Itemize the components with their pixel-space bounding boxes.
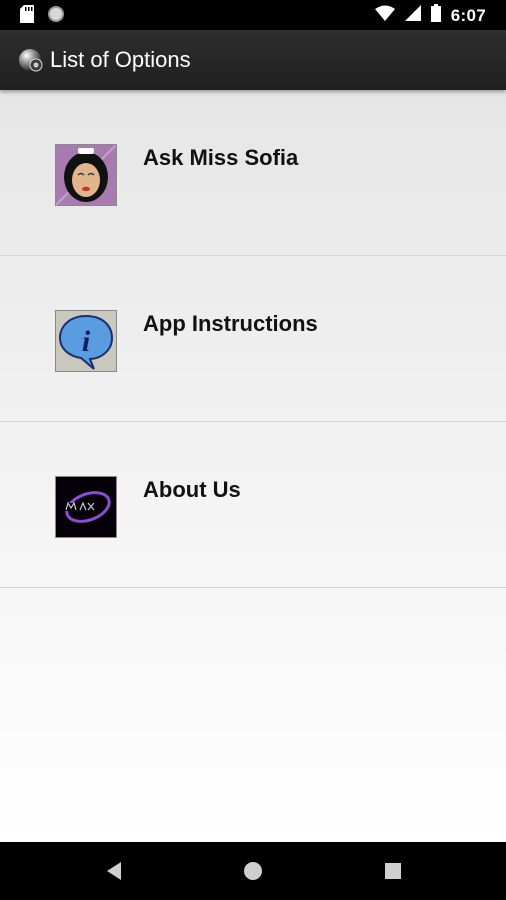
cell-signal-icon — [404, 5, 421, 26]
status-time: 6:07 — [450, 5, 486, 25]
options-list: Ask Miss Sofia i App Instructions About … — [0, 90, 506, 842]
option-label: App Instructions — [143, 311, 318, 336]
svg-text:i: i — [82, 325, 91, 358]
maxsoft-logo — [55, 476, 117, 538]
miss-sofia-avatar — [55, 144, 117, 206]
recents-button[interactable] — [381, 859, 405, 883]
app-bar: List of Options — [0, 30, 506, 90]
list-item-about-us[interactable]: About Us — [0, 422, 506, 588]
app-logo-icon[interactable] — [18, 48, 44, 74]
battery-icon — [430, 4, 441, 27]
wifi-icon — [374, 5, 395, 26]
option-label: Ask Miss Sofia — [143, 145, 299, 170]
option-label: About Us — [143, 477, 241, 502]
sd-card-icon — [20, 5, 34, 23]
circle-notification-icon — [48, 6, 64, 22]
back-button[interactable] — [103, 859, 127, 883]
info-bubble-icon: i — [55, 310, 117, 372]
list-item-app-instructions[interactable]: i App Instructions — [0, 256, 506, 422]
page-title: List of Options — [50, 47, 191, 72]
home-button[interactable] — [241, 859, 265, 883]
navigation-bar — [0, 842, 506, 900]
status-bar: 6:07 — [0, 0, 506, 30]
list-item-ask-miss-sofia[interactable]: Ask Miss Sofia — [0, 90, 506, 256]
